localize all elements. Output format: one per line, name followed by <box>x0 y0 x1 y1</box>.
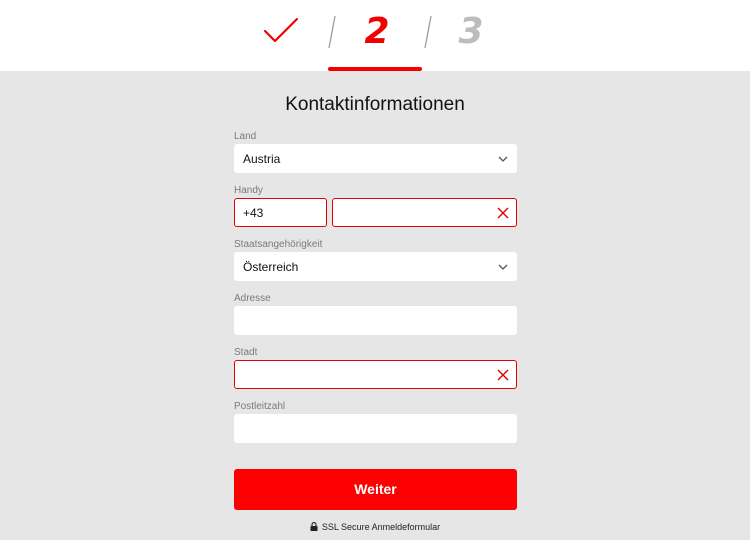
city-label: Stadt <box>234 347 258 358</box>
phone-prefix-value: +43 <box>243 206 264 220</box>
current-step-number: 2 <box>364 11 390 52</box>
step-indicator: 2 3 <box>0 0 750 71</box>
form-title: Kontaktinformationen <box>285 94 465 115</box>
lock-icon <box>310 522 318 531</box>
postal-code-field[interactable] <box>234 414 517 443</box>
nationality-select[interactable]: Österreich <box>234 252 517 281</box>
phone-number-field[interactable] <box>332 198 517 227</box>
address-label: Adresse <box>234 293 271 304</box>
step-separator <box>424 15 432 49</box>
active-step-underline <box>328 67 422 71</box>
ssl-secure-text: SSL Secure Anmeldeformular <box>321 522 441 532</box>
phone-label: Handy <box>234 185 263 196</box>
address-field[interactable] <box>234 306 517 335</box>
postal-code-label: Postleitzahl <box>234 401 286 412</box>
chevron-down-icon <box>498 156 508 162</box>
error-x-icon <box>497 207 509 219</box>
country-value: Austria <box>243 152 281 166</box>
error-x-icon <box>497 369 509 381</box>
next-step-number: 3 <box>458 11 484 52</box>
country-label: Land <box>234 131 257 142</box>
nationality-label: Staatsangehörigkeit <box>234 239 323 250</box>
nationality-value: Österreich <box>243 260 299 274</box>
phone-prefix-field[interactable]: +43 <box>234 198 327 227</box>
checkmark-icon <box>263 17 299 43</box>
continue-button[interactable]: Weiter <box>234 469 517 510</box>
step-separator <box>328 15 336 49</box>
chevron-down-icon <box>498 264 508 270</box>
ssl-secure-note: SSL Secure Anmeldeformular <box>0 521 750 533</box>
country-select[interactable]: Austria <box>234 144 517 173</box>
city-field[interactable] <box>234 360 517 389</box>
